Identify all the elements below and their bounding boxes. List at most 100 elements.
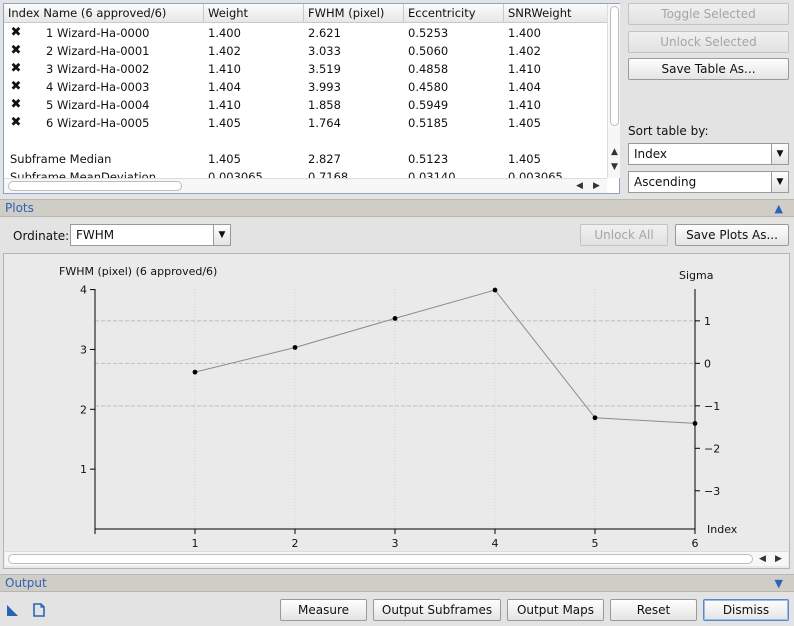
row-name: Wizard-Ha-0003 <box>57 80 150 94</box>
scrollbar-thumb[interactable] <box>8 181 182 191</box>
ordinate-value: FWHM <box>76 228 115 242</box>
table-row[interactable]: ✖ 4 Wizard-Ha-0003 1.404 3.993 0.4580 1.404 <box>4 78 607 96</box>
unlock-all-button[interactable]: Unlock All <box>580 224 668 246</box>
row-index: 5 <box>46 98 54 112</box>
view-document-icon[interactable] <box>32 603 46 617</box>
x-axis-label: Index <box>707 523 738 536</box>
data-point <box>292 345 298 350</box>
row-name: Wizard-Ha-0000 <box>57 26 150 40</box>
scroll-left-icon[interactable]: ◀ <box>759 554 766 564</box>
column-header-snrweight[interactable]: SNRWeight <box>504 4 607 23</box>
expand-icon[interactable]: ▼ <box>775 575 783 592</box>
y2-tick-label: −3 <box>704 485 720 498</box>
row-fwhm: 1.764 <box>308 116 341 130</box>
output-subframes-button[interactable]: Output Subframes <box>373 599 501 621</box>
plots-section-title: Plots <box>5 201 34 215</box>
y-tick-label: 4 <box>80 284 87 297</box>
column-header-index-name[interactable]: Index Name (6 approved/6) <box>4 4 204 23</box>
chart-title: FWHM (pixel) (6 approved/6) <box>59 265 217 278</box>
sort-field-select[interactable]: Index ▼ <box>628 143 789 165</box>
ordinate-select[interactable]: FWHM ▼ <box>70 224 231 246</box>
measure-button[interactable]: Measure <box>280 599 367 621</box>
row-snrweight: 1.404 <box>508 80 541 94</box>
column-header-weight[interactable]: Weight <box>204 4 304 23</box>
table-row[interactable]: ✖ 6 Wizard-Ha-0005 1.405 1.764 0.5185 1.405 <box>4 114 607 132</box>
row-snrweight: 1.410 <box>508 98 541 112</box>
x-tick-label: 3 <box>392 537 399 550</box>
table-body: ✖ 1 Wizard-Ha-0000 1.400 2.621 0.5253 1.400 ✖ 2 W… <box>4 23 607 178</box>
chevron-down-icon[interactable]: ▼ <box>771 144 788 164</box>
row-snrweight: 1.410 <box>508 62 541 76</box>
output-section-header[interactable]: Output ▼ <box>0 574 794 592</box>
output-section-title: Output <box>5 576 47 590</box>
approved-checkbox[interactable]: ✖ <box>10 26 22 39</box>
sort-table-label: Sort table by: <box>628 124 709 138</box>
y-tick-label: 2 <box>80 403 87 416</box>
table-vertical-scrollbar[interactable]: ▲ ▼ <box>607 4 620 178</box>
x-tick-label: 4 <box>492 537 499 550</box>
summary-name: Subframe Median <box>10 152 112 166</box>
table-row[interactable]: ✖ 2 Wizard-Ha-0001 1.402 3.033 0.5060 1.402 <box>4 42 607 60</box>
table-row[interactable]: ✖ 3 Wizard-Ha-0002 1.410 3.519 0.4858 1.410 <box>4 60 607 78</box>
dismiss-button[interactable]: Dismiss <box>703 599 789 621</box>
row-weight: 1.405 <box>208 116 241 130</box>
x-tick-label: 5 <box>592 537 599 550</box>
table-row[interactable]: ✖ 5 Wizard-Ha-0004 1.410 1.858 0.5949 1.410 <box>4 96 607 114</box>
new-instance-icon[interactable] <box>6 604 20 617</box>
sort-field-value: Index <box>634 147 668 161</box>
summary-eccentricity: 0.03140 <box>408 170 456 178</box>
scroll-left-icon[interactable]: ◀ <box>576 181 583 191</box>
row-fwhm: 2.621 <box>308 26 341 40</box>
data-point <box>592 415 598 421</box>
subframe-table[interactable]: Index Name (6 approved/6) Weight FWHM (p… <box>3 3 620 194</box>
summary-row: Subframe Median 1.405 2.827 0.5123 1.405 <box>4 150 607 168</box>
toggle-selected-button[interactable]: Toggle Selected <box>628 3 789 25</box>
approved-checkbox[interactable]: ✖ <box>10 80 22 93</box>
approved-checkbox[interactable]: ✖ <box>10 44 22 57</box>
approved-checkbox[interactable]: ✖ <box>10 98 22 111</box>
y2-tick-label: −1 <box>704 400 720 413</box>
table-row[interactable]: ✖ 1 Wizard-Ha-0000 1.400 2.621 0.5253 1.400 <box>4 24 607 42</box>
scroll-right-icon[interactable]: ▶ <box>775 554 782 564</box>
fwhm-plot[interactable]: 1 2 3 4 1 0 −1 −2 −3 1 2 3 4 5 6 FWHM (pixel) (6 approv… <box>4 254 789 551</box>
reset-button[interactable]: Reset <box>610 599 697 621</box>
save-plots-as-button[interactable]: Save Plots As... <box>675 224 789 246</box>
summary-eccentricity: 0.5123 <box>408 152 449 166</box>
sort-order-select[interactable]: Ascending ▼ <box>628 171 789 193</box>
summary-snrweight: 1.405 <box>508 152 541 166</box>
collapse-icon[interactable]: ▲ <box>775 200 783 217</box>
row-eccentricity: 0.4858 <box>408 62 449 76</box>
scroll-up-icon[interactable]: ▲ <box>611 147 618 157</box>
summary-row: Subframe MeanDeviation 0.003065 0.7168 0.03… <box>4 168 607 178</box>
row-name: Wizard-Ha-0001 <box>57 44 150 58</box>
row-fwhm: 3.993 <box>308 80 341 94</box>
chevron-down-icon[interactable]: ▼ <box>771 172 788 192</box>
row-eccentricity: 0.5185 <box>408 116 449 130</box>
row-eccentricity: 0.5060 <box>408 44 449 58</box>
data-point <box>392 315 398 321</box>
plot-area[interactable]: 1 2 3 4 1 0 −1 −2 −3 1 2 3 4 5 6 FWHM (pixel) (6 approv… <box>3 253 790 569</box>
row-name: Wizard-Ha-0002 <box>57 62 150 76</box>
row-name: Wizard-Ha-0005 <box>57 116 150 130</box>
y2-tick-label: −2 <box>704 442 720 455</box>
scroll-right-icon[interactable]: ▶ <box>593 181 600 191</box>
plots-section-header[interactable]: Plots ▲ <box>0 199 794 217</box>
scrollbar-thumb[interactable] <box>610 6 619 126</box>
column-header-eccentricity[interactable]: Eccentricity <box>404 4 504 23</box>
data-point <box>692 421 698 426</box>
chevron-down-icon[interactable]: ▼ <box>213 225 230 245</box>
sort-order-value: Ascending <box>634 175 697 189</box>
table-horizontal-scrollbar[interactable]: ◀ ▶ <box>4 178 607 193</box>
approved-checkbox[interactable]: ✖ <box>10 116 22 129</box>
output-maps-button[interactable]: Output Maps <box>507 599 604 621</box>
plot-horizontal-scrollbar[interactable]: ◀ ▶ <box>5 551 788 566</box>
data-point <box>492 287 498 293</box>
row-index: 2 <box>46 44 54 58</box>
scrollbar-thumb[interactable] <box>8 554 753 564</box>
unlock-selected-button[interactable]: Unlock Selected <box>628 31 789 53</box>
approved-checkbox[interactable]: ✖ <box>10 62 22 75</box>
save-table-as-button[interactable]: Save Table As... <box>628 58 789 80</box>
column-header-fwhm[interactable]: FWHM (pixel) <box>304 4 404 23</box>
scroll-down-icon[interactable]: ▼ <box>611 162 618 172</box>
y2-axis-label: Sigma <box>679 269 713 282</box>
